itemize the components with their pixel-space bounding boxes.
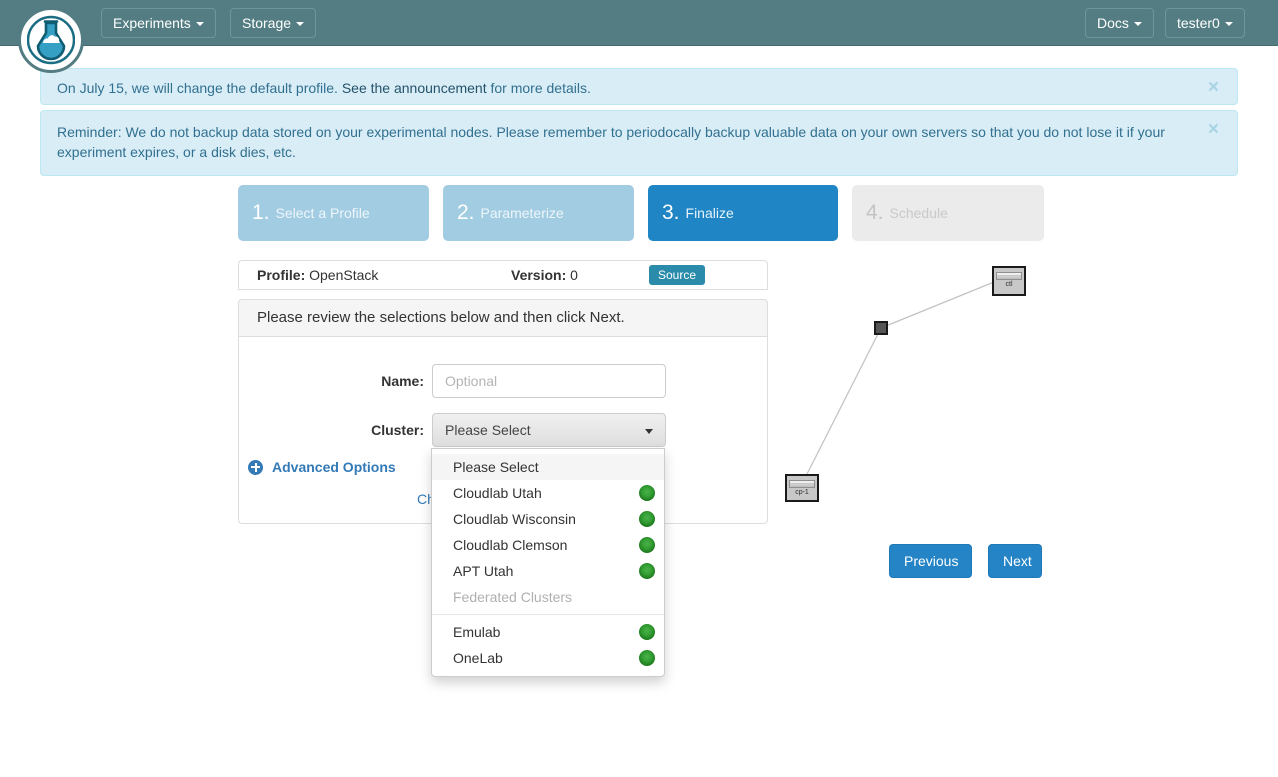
status-available-icon <box>639 624 655 640</box>
profile-value: OpenStack <box>309 267 379 283</box>
wizard-step-finalize[interactable]: 3. Finalize <box>648 185 838 241</box>
step-number: 4. <box>866 201 884 224</box>
topology-node-ctl[interactable]: ctl <box>992 266 1026 296</box>
nav-user-label: tester0 <box>1177 15 1220 31</box>
caret-down-icon <box>1133 22 1142 27</box>
source-button[interactable]: Source <box>649 265 706 285</box>
server-node-icon <box>996 272 1022 280</box>
status-available-icon <box>639 537 655 553</box>
announcement-text-before: On July 15, we will change the default p… <box>57 80 338 96</box>
nav-storage-label: Storage <box>242 15 292 31</box>
nav-experiments-label: Experiments <box>113 15 191 31</box>
review-instruction: Please review the selections below and t… <box>238 299 768 337</box>
cluster-field-label: Cluster: <box>371 422 424 438</box>
announcement-alert: On July 15, we will change the default p… <box>40 68 1238 105</box>
site-logo[interactable] <box>18 7 84 73</box>
dropdown-item-label: Emulab <box>453 624 501 640</box>
version-info: Version: 0 <box>511 267 578 283</box>
wizard-step-select-a-profile[interactable]: 1. Select a Profile <box>238 185 429 241</box>
profile-info: Profile: OpenStack <box>257 267 378 283</box>
caret-down-icon <box>1224 22 1233 27</box>
step-label: Parameterize <box>480 205 564 221</box>
cluster-dropdown-menu: Please Select Cloudlab Utah Cloudlab Wis… <box>431 448 665 677</box>
nav-user-dropdown[interactable]: tester0 <box>1165 8 1245 38</box>
flask-cloud-logo-icon <box>27 15 75 65</box>
step-number: 1. <box>252 201 270 224</box>
announcement-link[interactable]: See the announcement <box>342 80 487 96</box>
dropdown-item-onelab[interactable]: OneLab <box>432 645 664 671</box>
status-available-icon <box>639 650 655 666</box>
topology-node-label: ctl <box>1005 281 1013 288</box>
profile-label: Profile: <box>257 267 306 283</box>
dropdown-group-header-federated-clusters: Federated Clusters <box>453 589 573 605</box>
topology-node-label: cp-1 <box>795 489 809 496</box>
step-number: 3. <box>662 201 680 224</box>
step-label: Finalize <box>685 205 734 221</box>
wizard-step-schedule[interactable]: 4. Schedule <box>852 185 1044 241</box>
topology-node-cp-1[interactable]: cp-1 <box>785 474 819 502</box>
plus-circle-icon <box>248 459 263 475</box>
status-available-icon <box>639 563 655 579</box>
next-button[interactable]: Next <box>988 544 1042 578</box>
previous-button[interactable]: Previous <box>889 544 972 578</box>
version-label: Version: <box>511 267 567 283</box>
server-node-icon <box>789 480 815 488</box>
nav-docs-dropdown[interactable]: Docs <box>1085 8 1154 38</box>
step-number: 2. <box>457 201 475 224</box>
step-label: Select a Profile <box>275 205 370 221</box>
profile-info-bar: Profile: OpenStack Version: 0 Source <box>238 260 768 290</box>
nav-storage-dropdown[interactable]: Storage <box>230 8 317 38</box>
dropdown-item-cloudlab-clemson[interactable]: Cloudlab Clemson <box>432 532 664 558</box>
dropdown-divider <box>432 614 664 615</box>
step-label: Schedule <box>889 205 948 221</box>
dropdown-item-label: APT Utah <box>453 563 514 579</box>
status-available-icon <box>639 511 655 527</box>
dropdown-item-label: Cloudlab Clemson <box>453 537 568 553</box>
version-value: 0 <box>570 267 578 283</box>
top-navbar: Experiments Storage Docs tester0 <box>0 0 1278 73</box>
reminder-text: Reminder: We do not backup data stored o… <box>57 124 1165 160</box>
name-field-label: Name: <box>381 373 424 389</box>
dropdown-item-label: Cloudlab Wisconsin <box>453 511 576 527</box>
status-available-icon <box>639 485 655 501</box>
dropdown-item-emulab[interactable]: Emulab <box>432 619 664 645</box>
caret-down-icon <box>195 22 204 27</box>
cluster-selected-value: Please Select <box>445 422 531 438</box>
dropdown-item-please-select[interactable]: Please Select <box>432 454 664 480</box>
nav-docs-label: Docs <box>1097 15 1129 31</box>
close-icon[interactable]: × <box>1202 77 1225 98</box>
dropdown-item-cloudlab-wisconsin[interactable]: Cloudlab Wisconsin <box>432 506 664 532</box>
announcement-text-after: for more details. <box>490 80 591 96</box>
close-icon[interactable]: × <box>1202 119 1225 140</box>
caret-down-icon <box>296 22 305 27</box>
lan-square-icon[interactable] <box>874 321 888 335</box>
dropdown-item-cloudlab-utah[interactable]: Cloudlab Utah <box>432 480 664 506</box>
wizard-step-parameterize[interactable]: 2. Parameterize <box>443 185 634 241</box>
caret-down-icon <box>645 429 653 434</box>
advanced-options-toggle[interactable]: Advanced Options <box>248 459 396 475</box>
cluster-select-button[interactable]: Please Select <box>432 413 666 447</box>
advanced-options-label: Advanced Options <box>272 459 396 475</box>
nav-experiments-dropdown[interactable]: Experiments <box>101 8 216 38</box>
wizard-steps: 1. Select a Profile 2. Parameterize 3. F… <box>238 185 1044 241</box>
dropdown-item-label: OneLab <box>453 650 503 666</box>
name-input[interactable] <box>432 364 666 398</box>
dropdown-item-apt-utah[interactable]: APT Utah <box>432 558 664 584</box>
dropdown-item-label: Cloudlab Utah <box>453 485 542 501</box>
dropdown-item-label: Please Select <box>453 459 539 475</box>
reminder-alert: Reminder: We do not backup data stored o… <box>40 110 1238 176</box>
topology-preview[interactable]: ctl cp-1 <box>780 255 1240 525</box>
